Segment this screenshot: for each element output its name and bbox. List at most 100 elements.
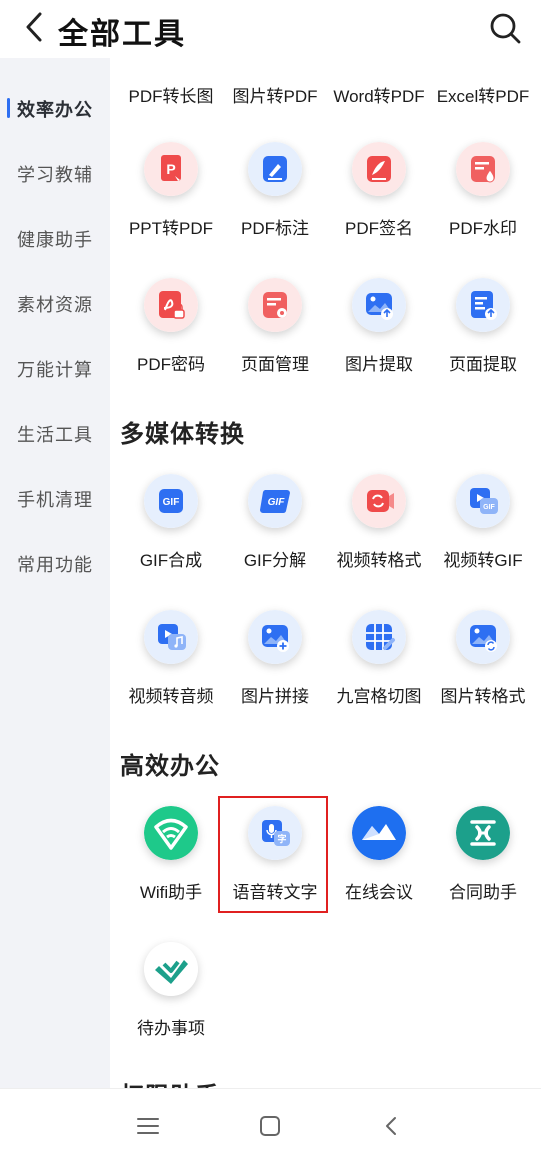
tool-label: 图片转PDF xyxy=(232,87,318,106)
gif-split-icon: GIF xyxy=(248,474,302,528)
ppt-to-pdf-icon: P xyxy=(144,142,198,196)
section-title-office: 高效办公 xyxy=(120,753,220,780)
tool-label: PDF签名 xyxy=(345,219,413,238)
svg-text:GIF: GIF xyxy=(268,497,286,508)
tool-contract-assistant[interactable]: 合同助手 xyxy=(430,806,536,926)
tool-image-extract[interactable]: 图片提取 xyxy=(326,278,432,398)
tool-label: PPT转PDF xyxy=(128,219,214,238)
tool-label: 视频转音频 xyxy=(128,687,214,706)
tool-label: GIF合成 xyxy=(139,551,203,570)
back-icon[interactable] xyxy=(377,1111,407,1141)
category-sidebar: 效率办公 学习教辅 健康助手 素材资源 万能计算 生活工具 手机清理 常用功能 xyxy=(0,58,110,1088)
sidebar-item-common[interactable]: 常用功能 xyxy=(0,538,110,588)
video-convert-icon xyxy=(352,474,406,528)
chevron-left-icon[interactable] xyxy=(20,10,50,44)
tool-excel-to-pdf[interactable]: Excel转PDF xyxy=(430,58,536,130)
todo-icon xyxy=(144,942,198,996)
page-manage-icon xyxy=(248,278,302,332)
sidebar-item-study[interactable]: 学习教辅 xyxy=(0,148,110,198)
wifi-icon xyxy=(144,806,198,860)
pdf-sign-icon xyxy=(352,142,406,196)
search-icon[interactable] xyxy=(487,10,523,46)
tool-image-stitch[interactable]: 图片拼接 xyxy=(222,610,328,730)
active-indicator xyxy=(7,98,10,118)
tool-image-to-pdf[interactable]: 图片转PDF xyxy=(222,58,328,130)
video-to-gif-icon: GIF xyxy=(456,474,510,528)
svg-text:GIF: GIF xyxy=(483,504,495,511)
sidebar-item-health[interactable]: 健康助手 xyxy=(0,213,110,263)
tool-label: PDF标注 xyxy=(241,219,309,238)
sidebar-item-label: 万能计算 xyxy=(17,360,93,380)
tool-pdf-annotate[interactable]: PDF标注 xyxy=(222,142,328,262)
tool-label: Word转PDF xyxy=(333,87,425,106)
tool-page-manage[interactable]: 页面管理 xyxy=(222,278,328,398)
sidebar-item-label: 生活工具 xyxy=(17,425,93,445)
tool-label: 图片拼接 xyxy=(241,687,309,706)
tool-label: GIF分解 xyxy=(243,551,307,570)
gif-compose-icon: GIF xyxy=(144,474,198,528)
tool-video-to-audio[interactable]: 视频转音频 xyxy=(118,610,224,730)
tool-gif-compose[interactable]: GIF GIF合成 xyxy=(118,474,224,594)
tool-ppt-to-pdf[interactable]: P PPT转PDF xyxy=(118,142,224,262)
pdf-annotate-icon xyxy=(248,142,302,196)
tool-label: 在线会议 xyxy=(345,883,413,902)
page-title: 全部工具 xyxy=(58,18,186,51)
sidebar-item-label: 效率办公 xyxy=(17,100,93,120)
sidebar-item-label: 素材资源 xyxy=(17,295,93,315)
image-extract-icon xyxy=(352,278,406,332)
tool-label: 图片提取 xyxy=(345,355,413,374)
section-title-permission-partial: 权限助手 xyxy=(120,1076,220,1088)
tool-page-extract[interactable]: 页面提取 xyxy=(430,278,536,398)
tool-word-to-pdf[interactable]: Word转PDF xyxy=(326,58,432,130)
tool-pdf-to-long-image[interactable]: PDF转长图 xyxy=(118,58,224,130)
tool-label: 视频转GIF xyxy=(443,551,523,570)
tool-label: 合同助手 xyxy=(449,883,517,902)
highlight-box xyxy=(218,796,328,913)
tool-grid-cut[interactable]: 九宫格切图 xyxy=(326,610,432,730)
tool-label: 视频转格式 xyxy=(336,551,422,570)
tool-label: 九宫格切图 xyxy=(336,687,422,706)
video-to-audio-icon xyxy=(144,610,198,664)
tool-label: PDF转长图 xyxy=(128,87,214,106)
tool-image-convert[interactable]: 图片转格式 xyxy=(430,610,536,730)
home-icon[interactable] xyxy=(255,1111,285,1141)
tool-pdf-watermark[interactable]: PDF水印 xyxy=(430,142,536,262)
sidebar-item-label: 学习教辅 xyxy=(17,165,93,185)
tool-label: Wifi助手 xyxy=(139,883,203,902)
app-header: 全部工具 xyxy=(0,0,541,58)
tool-label: 图片转格式 xyxy=(440,687,526,706)
tool-label: PDF水印 xyxy=(449,219,517,238)
sidebar-item-label: 健康助手 xyxy=(17,230,93,250)
contract-icon xyxy=(456,806,510,860)
tool-online-meeting[interactable]: 在线会议 xyxy=(326,806,432,926)
sidebar-item-efficiency-office[interactable]: 效率办公 xyxy=(0,83,110,133)
system-navbar xyxy=(0,1088,541,1160)
tool-pdf-password[interactable]: PDF密码 xyxy=(118,278,224,398)
page-extract-icon xyxy=(456,278,510,332)
tool-label: 页面提取 xyxy=(449,355,517,374)
sidebar-item-label: 手机清理 xyxy=(17,490,93,510)
image-convert-icon xyxy=(456,610,510,664)
menu-icon[interactable] xyxy=(133,1111,163,1141)
tool-label: 页面管理 xyxy=(241,355,309,374)
sidebar-item-phone-clean[interactable]: 手机清理 xyxy=(0,473,110,523)
sidebar-item-life-tools[interactable]: 生活工具 xyxy=(0,408,110,458)
meeting-icon xyxy=(352,806,406,860)
pdf-watermark-icon xyxy=(456,142,510,196)
tool-pdf-sign[interactable]: PDF签名 xyxy=(326,142,432,262)
tool-label: 待办事项 xyxy=(137,1019,205,1038)
sidebar-item-resources[interactable]: 素材资源 xyxy=(0,278,110,328)
sidebar-item-label: 常用功能 xyxy=(17,555,93,575)
tool-video-convert[interactable]: 视频转格式 xyxy=(326,474,432,594)
tool-wifi-assistant[interactable]: Wifi助手 xyxy=(118,806,224,926)
tool-todo[interactable]: 待办事项 xyxy=(118,942,224,1062)
tool-label: PDF密码 xyxy=(137,355,205,374)
tool-gif-split[interactable]: GIF GIF分解 xyxy=(222,474,328,594)
sidebar-item-calculators[interactable]: 万能计算 xyxy=(0,343,110,393)
section-title-multimedia: 多媒体转换 xyxy=(120,421,245,448)
svg-text:P: P xyxy=(166,161,175,177)
pdf-password-icon xyxy=(144,278,198,332)
tool-video-to-gif[interactable]: GIF 视频转GIF xyxy=(430,474,536,594)
svg-text:GIF: GIF xyxy=(163,497,180,508)
image-stitch-icon xyxy=(248,610,302,664)
